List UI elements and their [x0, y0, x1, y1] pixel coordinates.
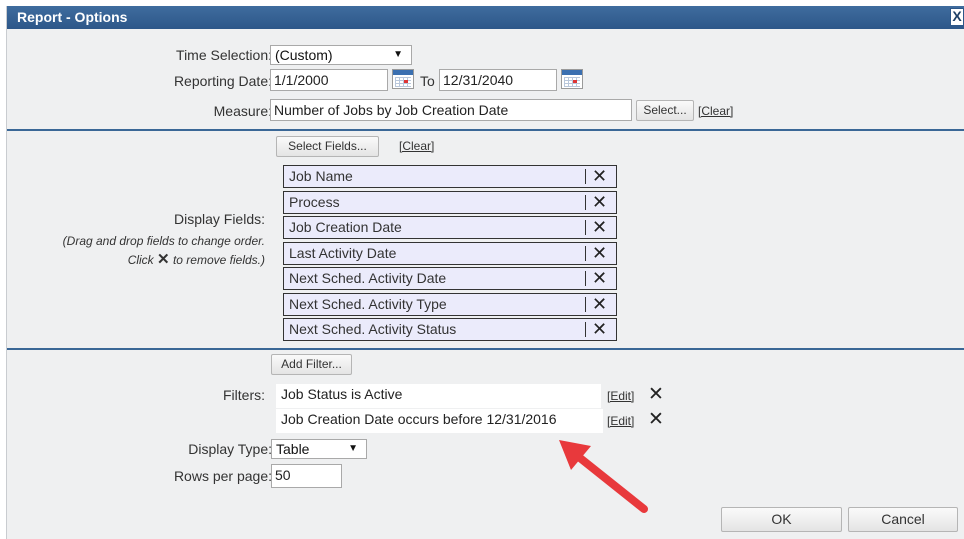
display-field-name: Next Sched. Activity Date [289, 270, 447, 286]
cancel-button[interactable]: Cancel [848, 507, 958, 532]
remove-icon[interactable]: ✕ [592, 319, 607, 339]
dialog-titlebar: Report - Options [7, 6, 964, 29]
measure-label: Measure: [213, 103, 272, 119]
divider [585, 195, 586, 210]
dialog-title: Report - Options [17, 9, 128, 25]
remove-icon[interactable]: ✕ [592, 217, 607, 237]
divider [585, 246, 586, 261]
divider [585, 220, 586, 235]
display-fields-hint-1: (Drag and drop fields to change order. [62, 234, 265, 248]
filter-text: Job Status is Active [281, 386, 403, 402]
remove-icon: ✕ [157, 251, 170, 268]
measure-select-button[interactable]: Select... [636, 100, 694, 121]
display-field-row[interactable]: Next Sched. Activity Date ✕ [283, 267, 617, 290]
annotation-arrow [559, 440, 648, 513]
reporting-date-to-input[interactable]: 12/31/2040 [439, 69, 557, 91]
filter-text: Job Creation Date occurs before 12/31/20… [281, 411, 557, 427]
ok-button[interactable]: OK [721, 507, 842, 532]
display-field-row[interactable]: Next Sched. Activity Type ✕ [283, 293, 617, 316]
chevron-down-icon: ▼ [393, 49, 403, 60]
display-field-row[interactable]: Job Name ✕ [283, 165, 617, 188]
display-fields-label: Display Fields: [173, 211, 265, 227]
time-selection-label: Time Selection: [176, 47, 272, 63]
close-icon[interactable]: X [950, 8, 964, 26]
divider [585, 271, 586, 286]
display-type-label: Display Type: [188, 441, 272, 457]
remove-icon[interactable]: ✕ [592, 268, 607, 288]
calendar-icon[interactable] [392, 69, 414, 89]
divider [585, 297, 586, 312]
display-field-name: Job Name [289, 168, 353, 184]
display-field-name: Process [289, 194, 340, 210]
display-field-row[interactable]: Next Sched. Activity Status ✕ [283, 318, 617, 341]
rows-per-page-label: Rows per page: [173, 468, 272, 484]
time-selection-value: (Custom) [275, 47, 333, 63]
filter-edit-link[interactable]: [Edit] [607, 389, 634, 403]
display-type-value: Table [276, 441, 310, 457]
display-fields-hint-2: Click ✕ to remove fields.) [127, 251, 265, 268]
add-filter-button[interactable]: Add Filter... [271, 354, 352, 375]
display-field-row[interactable]: Process ✕ [283, 191, 617, 214]
measure-input[interactable]: Number of Jobs by Job Creation Date [270, 99, 632, 121]
measure-clear-link[interactable]: [Clear] [698, 104, 733, 118]
display-field-name: Job Creation Date [289, 219, 402, 235]
time-selection-select[interactable]: (Custom) ▼ [270, 45, 412, 65]
display-field-name: Last Activity Date [289, 245, 397, 261]
calendar-icon[interactable] [561, 69, 583, 89]
display-field-row[interactable]: Last Activity Date ✕ [283, 242, 617, 265]
display-field-name: Next Sched. Activity Status [289, 321, 457, 337]
remove-icon[interactable]: ✕ [648, 383, 664, 406]
section-divider [7, 129, 964, 131]
select-fields-button[interactable]: Select Fields... [276, 136, 379, 157]
filter-row: Job Status is Active [Edit] ✕ [276, 384, 664, 408]
display-fields-clear-link[interactable]: [Clear] [399, 139, 434, 153]
reporting-date-from-input[interactable]: 1/1/2000 [270, 69, 388, 91]
report-options-dialog: Report - Options X Time Selection: (Cust… [6, 6, 964, 539]
display-field-row[interactable]: Job Creation Date ✕ [283, 216, 617, 239]
section-divider [7, 348, 964, 350]
filters-label: Filters: [223, 387, 265, 403]
remove-icon[interactable]: ✕ [592, 294, 607, 314]
remove-icon[interactable]: ✕ [592, 243, 607, 263]
display-type-select[interactable]: Table ▼ [271, 439, 367, 459]
chevron-down-icon: ▼ [348, 443, 358, 454]
reporting-date-to-label: To [420, 73, 435, 89]
divider [585, 322, 586, 337]
remove-icon[interactable]: ✕ [592, 192, 607, 212]
divider [585, 169, 586, 184]
remove-icon[interactable]: ✕ [592, 166, 607, 186]
rows-per-page-input[interactable]: 50 [271, 464, 342, 488]
display-field-name: Next Sched. Activity Type [289, 296, 447, 312]
reporting-date-label: Reporting Date: [173, 73, 272, 89]
